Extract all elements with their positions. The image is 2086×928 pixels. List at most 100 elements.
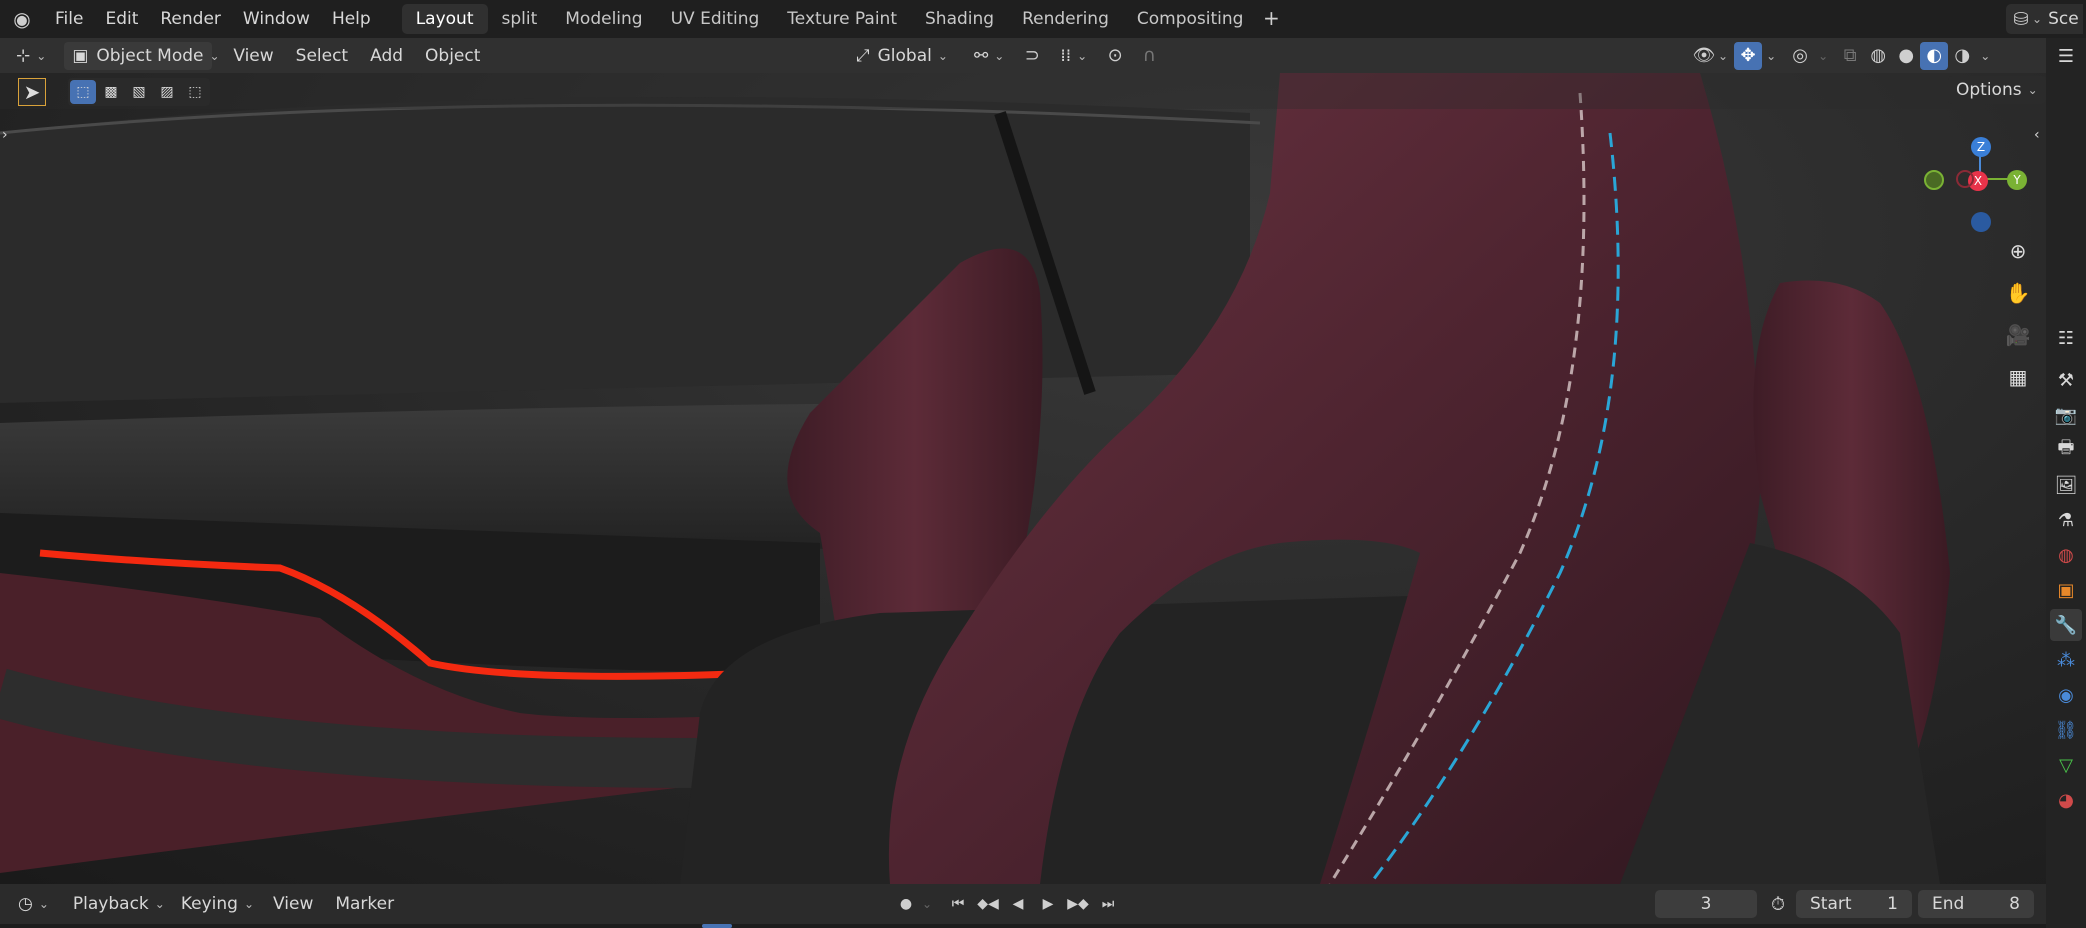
menu-edit[interactable]: Edit [94,4,149,34]
axis-z[interactable]: Z [1971,137,1991,157]
menu-file[interactable]: File [44,4,94,34]
tab-split[interactable]: split [488,4,552,34]
solid-shading-icon[interactable]: ● [1892,42,1920,70]
end-frame-field[interactable]: End 8 [1918,890,2034,918]
tab-modeling[interactable]: Modeling [551,4,656,34]
options-dropdown[interactable]: Options ⌄ [1948,76,2046,104]
menu-help[interactable]: Help [321,4,382,34]
material-tab-icon[interactable]: ◕ [2050,784,2082,816]
editor-type-button[interactable]: ⊹ ⌄ [8,42,54,70]
visibility-icon[interactable]: 👁 [1690,42,1718,70]
constraints-tab-icon[interactable]: ⛓ [2050,714,2082,746]
snap-grid-icon: ⁞⁞ [1060,45,1072,66]
pivot-dropdown[interactable]: ⚯ ⌄ [966,42,1012,70]
pan-hand-icon[interactable]: ✋ [2004,279,2032,307]
tab-rendering[interactable]: Rendering [1008,4,1123,34]
render-tab-icon[interactable]: 📷 [2050,399,2082,431]
timeline-menu-view[interactable]: View [262,889,324,919]
timeline-menu-marker[interactable]: Marker [324,889,405,919]
keying-menu[interactable]: Keying ⌄ [173,890,262,918]
header-menu-object[interactable]: Object [414,41,491,71]
axis-neg-y[interactable] [1924,170,1944,190]
modifier-tab-icon[interactable]: 🔧 [2050,609,2082,641]
wireframe-shading-icon[interactable]: ◍ [1864,42,1892,70]
timeline-editor-button[interactable]: ◷ ⌄ [10,890,57,918]
select-extend-icon[interactable]: ▩ [98,80,124,104]
header-menu-view[interactable]: View [222,41,284,71]
chevron-down-icon[interactable]: ⌄ [2032,12,2042,26]
world-tab-icon[interactable]: ◍ [2050,539,2082,571]
object-tab-icon[interactable]: ▣ [2050,574,2082,606]
falloff-icon[interactable]: ∩ [1135,42,1163,70]
play-icon[interactable]: ▶ [1034,890,1062,918]
toolbar-expand-icon[interactable]: › [2,127,8,143]
mode-label: Object Mode [96,45,204,66]
particles-tab-icon[interactable]: ⁂ [2050,644,2082,676]
next-keyframe-icon[interactable]: ▶◆ [1064,890,1092,918]
output-tab-icon[interactable]: 🖶 [2050,434,2082,466]
playback-menu[interactable]: Playback ⌄ [65,890,173,918]
tab-layout[interactable]: Layout [401,4,488,34]
select-subtract-icon[interactable]: ▧ [126,80,152,104]
tab-uv-editing[interactable]: UV Editing [657,4,774,34]
blender-logo-icon[interactable]: ◉ [8,5,36,33]
physics-tab-icon[interactable]: ◉ [2050,679,2082,711]
end-label: End [1932,894,1965,914]
data-tab-icon[interactable]: ▽ [2050,749,2082,781]
frame-marker [702,924,732,928]
top-bar: ◉ File Edit Render Window Help Layout sp… [0,0,2086,38]
playback-label: Playback [72,894,149,914]
tab-texture-paint[interactable]: Texture Paint [773,4,911,34]
header-menu-add[interactable]: Add [359,41,414,71]
gizmo-toggle-icon[interactable]: ✥ [1734,41,1763,70]
proportional-edit-icon[interactable]: ⊙ [1101,42,1129,70]
pivot-icon: ⚯ [974,45,989,66]
tab-compositing[interactable]: Compositing [1123,4,1258,34]
jump-start-icon[interactable]: ⏮ [944,890,972,918]
overlays-icon[interactable]: ◎ [1786,42,1814,70]
menu-window[interactable]: Window [232,4,321,34]
properties-editor-icon[interactable]: ☷ [2050,322,2082,354]
select-cursor-icon[interactable]: ➤ [18,78,46,106]
scene-icon[interactable]: ⛁ [2010,5,2032,33]
select-new-icon[interactable]: ⬚ [70,80,96,104]
sidebar-expand-icon[interactable]: ‹ [2034,127,2040,143]
axis-neg-z[interactable] [1971,212,1991,232]
play-reverse-icon[interactable]: ◀ [1004,890,1032,918]
camera-view-icon[interactable]: 🎥 [2004,321,2032,349]
menu-render[interactable]: Render [149,4,232,34]
orientation-label: Global [877,45,932,66]
select-invert-icon[interactable]: ▨ [154,80,180,104]
header-menu-select[interactable]: Select [285,41,359,71]
snap-target-dropdown[interactable]: ⁞⁞ ⌄ [1052,42,1095,70]
tab-shading[interactable]: Shading [911,4,1008,34]
jump-end-icon[interactable]: ⏭ [1094,890,1122,918]
start-frame-field[interactable]: Start 1 [1796,890,1912,918]
stopwatch-icon[interactable]: ⏱ [1764,890,1792,918]
select-intersect-icon[interactable]: ⬚ [182,80,208,104]
xray-icon[interactable]: ⧉ [1836,42,1864,70]
add-workspace-icon[interactable]: + [1257,4,1285,32]
snap-icon[interactable]: ⊃ [1018,42,1046,70]
scene-tab-icon[interactable]: ⚗ [2050,504,2082,536]
orientation-dropdown[interactable]: ⤢ Global ⌄ [848,42,960,70]
axis-y[interactable]: Y [2007,170,2027,190]
perspective-grid-icon[interactable]: ▦ [2004,363,2032,391]
axis-neg-x[interactable] [1956,170,1974,188]
mode-dropdown[interactable]: ▣ Object Mode ⌄ [64,41,220,70]
scene-name[interactable]: Sce [2048,9,2079,29]
outliner-icon[interactable]: ☰ [2050,40,2082,72]
start-value: 1 [1887,894,1898,914]
3d-viewport[interactable]: ➤ ⬚ ▩ ▧ ▨ ⬚ Options ⌄ › ‹ Z Y X ⊕ ✋ 🎥 ▦ [0,73,2046,884]
current-frame-field[interactable]: 3 [1655,890,1757,918]
tool-tab-icon[interactable]: ⚒ [2050,364,2082,396]
material-preview-icon[interactable]: ◐ [1920,41,1949,70]
navigation-gizmo[interactable]: Z Y X [1916,118,2027,232]
zoom-icon[interactable]: ⊕ [2004,237,2032,265]
rendered-shading-icon[interactable]: ◑ [1948,42,1976,70]
object-mode-icon: ▣ [72,45,89,66]
record-icon[interactable]: ● [892,890,920,918]
prev-keyframe-icon[interactable]: ◆◀ [974,890,1002,918]
chevron-down-icon: ⌄ [209,48,220,63]
view-layer-tab-icon[interactable]: 🖼 [2050,469,2082,501]
